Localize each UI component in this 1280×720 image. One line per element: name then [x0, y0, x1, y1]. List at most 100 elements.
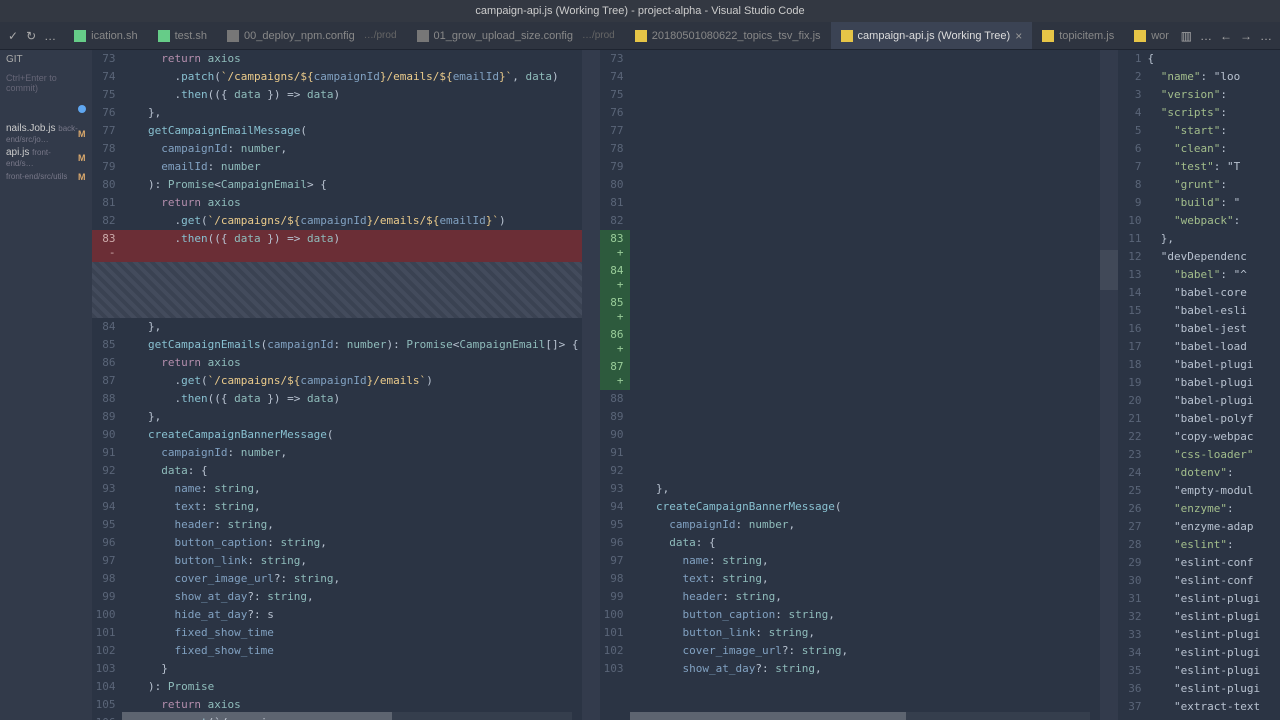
- code-line[interactable]: 91: [600, 444, 1100, 462]
- code-line[interactable]: 78 campaignId: number,: [92, 140, 582, 158]
- code-line[interactable]: 86 return axios: [92, 354, 582, 372]
- code-line[interactable]: 99 header: string,: [600, 588, 1100, 606]
- code-line[interactable]: 93 },: [600, 480, 1100, 498]
- code-line[interactable]: 75 .then(({ data }) => data): [92, 86, 582, 104]
- diff-gutter-overview[interactable]: [582, 50, 600, 720]
- editor-tab[interactable]: topicitem.js: [1032, 22, 1124, 50]
- code-line[interactable]: 38 "file-loader": [1118, 716, 1280, 720]
- scm-changed-file[interactable]: nails.Job.js back-end/src/jo…M: [6, 122, 86, 146]
- code-line[interactable]: 35 "eslint-plugi: [1118, 662, 1280, 680]
- refresh-icon[interactable]: ↻: [26, 29, 36, 43]
- horizontal-scrollbar[interactable]: [630, 712, 1090, 720]
- code-line[interactable]: 88: [600, 390, 1100, 408]
- code-line[interactable]: 12 "devDependenc: [1118, 248, 1280, 266]
- code-line[interactable]: 74: [600, 68, 1100, 86]
- code-line[interactable]: 83 +: [600, 230, 1100, 262]
- code-line[interactable]: 88 .then(({ data }) => data): [92, 390, 582, 408]
- code-line[interactable]: 92 data: {: [92, 462, 582, 480]
- code-line[interactable]: 3 "version":: [1118, 86, 1280, 104]
- code-line[interactable]: 73 return axios: [92, 50, 582, 68]
- editor-tab[interactable]: 00_deploy_npm.config…/prod: [217, 22, 407, 50]
- nav-back-icon[interactable]: ←: [1220, 29, 1232, 43]
- code-line[interactable]: 98 text: string,: [600, 570, 1100, 588]
- code-line[interactable]: 24 "dotenv":: [1118, 464, 1280, 482]
- code-line[interactable]: 17 "babel-load: [1118, 338, 1280, 356]
- code-line[interactable]: 89 },: [92, 408, 582, 426]
- code-line[interactable]: 75: [600, 86, 1100, 104]
- code-line[interactable]: 31 "eslint-plugi: [1118, 590, 1280, 608]
- code-line[interactable]: 30 "eslint-conf: [1118, 572, 1280, 590]
- code-line[interactable]: 74 .patch(`/campaigns/${campaignId}/emai…: [92, 68, 582, 86]
- code-line[interactable]: 76 },: [92, 104, 582, 122]
- editor-tab[interactable]: campaign-api.js (Working Tree)×: [831, 22, 1033, 50]
- code-line[interactable]: 11 },: [1118, 230, 1280, 248]
- check-icon[interactable]: ✓: [8, 29, 18, 43]
- code-line[interactable]: 81 return axios: [92, 194, 582, 212]
- code-line[interactable]: 86 +: [600, 326, 1100, 358]
- code-line[interactable]: 81: [600, 194, 1100, 212]
- code-line[interactable]: 94 createCampaignBannerMessage(: [600, 498, 1100, 516]
- code-line[interactable]: 95 header: string,: [92, 516, 582, 534]
- editor-tab[interactable]: wor: [1124, 22, 1172, 50]
- code-line[interactable]: 13 "babel": "^: [1118, 266, 1280, 284]
- code-line[interactable]: 23 "css-loader": [1118, 446, 1280, 464]
- code-line[interactable]: 101 button_link: string,: [600, 624, 1100, 642]
- code-line[interactable]: 9 "build": ": [1118, 194, 1280, 212]
- code-line[interactable]: 84 },: [92, 318, 582, 336]
- code-line[interactable]: 6 "clean":: [1118, 140, 1280, 158]
- code-line[interactable]: 73: [600, 50, 1100, 68]
- code-line[interactable]: 7 "test": "T: [1118, 158, 1280, 176]
- code-line[interactable]: 93 name: string,: [92, 480, 582, 498]
- nav-fwd-icon[interactable]: →: [1240, 29, 1252, 43]
- code-line[interactable]: 78: [600, 140, 1100, 158]
- diff-modified-pane[interactable]: 7374757677787980818283 +84 +85 +86 +87 +…: [600, 50, 1100, 720]
- code-line[interactable]: 19 "babel-plugi: [1118, 374, 1280, 392]
- code-line[interactable]: 97 name: string,: [600, 552, 1100, 570]
- code-line[interactable]: 85 +: [600, 294, 1100, 326]
- code-line[interactable]: 85 getCampaignEmails(campaignId: number)…: [92, 336, 582, 354]
- code-line[interactable]: 100 button_caption: string,: [600, 606, 1100, 624]
- code-line[interactable]: 77 getCampaignEmailMessage(: [92, 122, 582, 140]
- horizontal-scrollbar[interactable]: [122, 712, 572, 720]
- code-line[interactable]: 103 show_at_day?: string,: [600, 660, 1100, 678]
- code-line[interactable]: 103 }: [92, 660, 582, 678]
- code-line[interactable]: 32 "eslint-plugi: [1118, 608, 1280, 626]
- code-line[interactable]: 2 "name": "loo: [1118, 68, 1280, 86]
- code-line[interactable]: 18 "babel-plugi: [1118, 356, 1280, 374]
- editor-tab[interactable]: test.sh: [148, 22, 217, 50]
- code-line[interactable]: 92: [600, 462, 1100, 480]
- code-line[interactable]: 90: [600, 426, 1100, 444]
- code-line[interactable]: 91 campaignId: number,: [92, 444, 582, 462]
- code-line[interactable]: 37 "extract-text: [1118, 698, 1280, 716]
- code-line[interactable]: 90 createCampaignBannerMessage(: [92, 426, 582, 444]
- code-line[interactable]: 80 ): Promise<CampaignEmail> {: [92, 176, 582, 194]
- code-line[interactable]: 98 cover_image_url?: string,: [92, 570, 582, 588]
- code-line[interactable]: 80: [600, 176, 1100, 194]
- more-icon[interactable]: …: [44, 29, 56, 43]
- split-editor-icon[interactable]: ▥: [1181, 29, 1192, 43]
- code-line[interactable]: 96 data: {: [600, 534, 1100, 552]
- editor-tab[interactable]: 01_grow_upload_size.config…/prod: [407, 22, 625, 50]
- minimap[interactable]: [1100, 50, 1118, 720]
- code-line[interactable]: 95 campaignId: number,: [600, 516, 1100, 534]
- code-line[interactable]: 100 hide_at_day?: s: [92, 606, 582, 624]
- code-line[interactable]: 14 "babel-core: [1118, 284, 1280, 302]
- code-line[interactable]: 26 "enzyme":: [1118, 500, 1280, 518]
- code-line[interactable]: 87 .get(`/campaigns/${campaignId}/emails…: [92, 372, 582, 390]
- code-line[interactable]: 16 "babel-jest: [1118, 320, 1280, 338]
- diff-original-pane[interactable]: 73 return axios74 .patch(`/campaigns/${c…: [92, 50, 582, 720]
- json-editor-pane[interactable]: 1{2 "name": "loo3 "version":4 "scripts":…: [1118, 50, 1280, 720]
- scm-changed-file[interactable]: front-end/src/utilsM: [6, 170, 86, 183]
- code-line[interactable]: 33 "eslint-plugi: [1118, 626, 1280, 644]
- code-line[interactable]: 96 button_caption: string,: [92, 534, 582, 552]
- more-icon[interactable]: …: [1260, 29, 1272, 43]
- editor-tab[interactable]: 20180501080622_topics_tsv_fix.js: [625, 22, 831, 50]
- code-line[interactable]: 34 "eslint-plugi: [1118, 644, 1280, 662]
- code-line[interactable]: 79: [600, 158, 1100, 176]
- code-line[interactable]: 8 "grunt":: [1118, 176, 1280, 194]
- code-line[interactable]: 1{: [1118, 50, 1280, 68]
- code-line[interactable]: 20 "babel-plugi: [1118, 392, 1280, 410]
- code-line[interactable]: 29 "eslint-conf: [1118, 554, 1280, 572]
- code-line[interactable]: 79 emailId: number: [92, 158, 582, 176]
- code-line[interactable]: 82 .get(`/campaigns/${campaignId}/emails…: [92, 212, 582, 230]
